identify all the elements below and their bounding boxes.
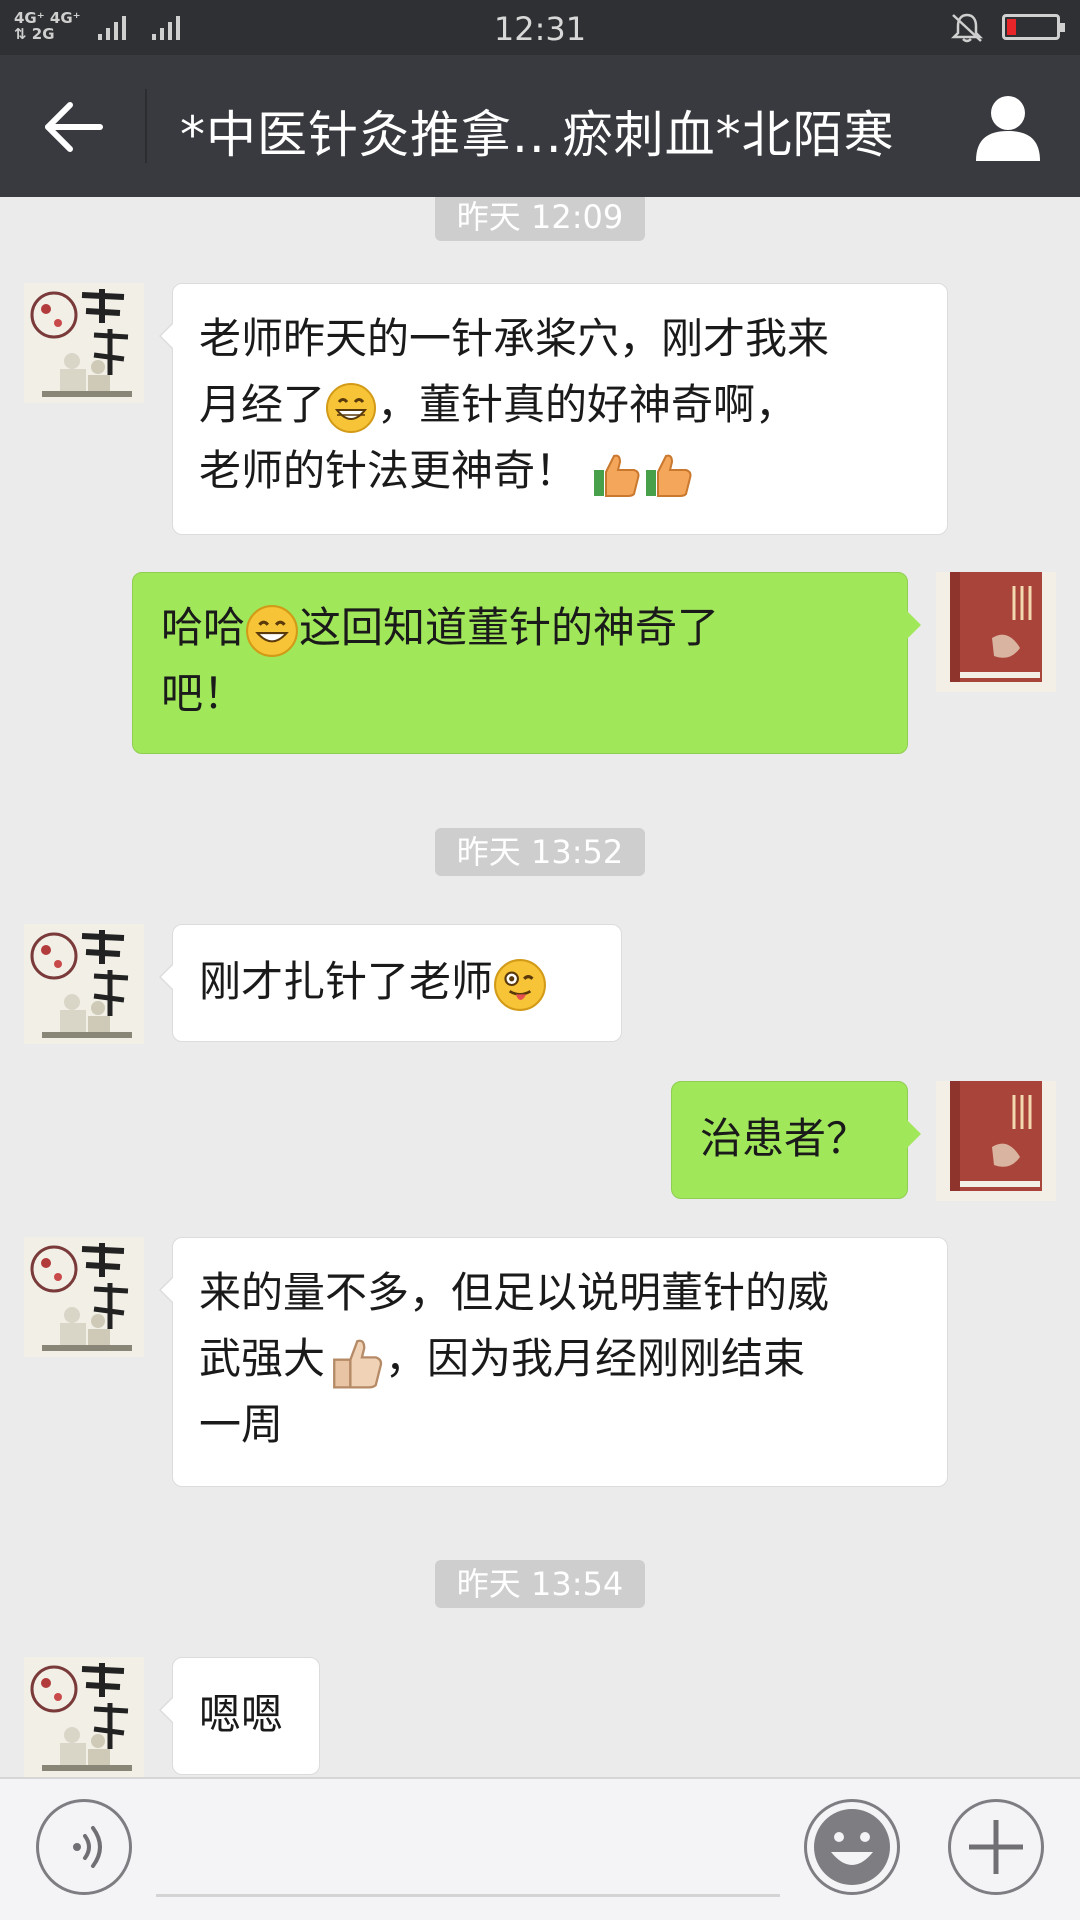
message-list[interactable]: 昨天 12:09 老师昨天的一针承桨穴，刚才我来 月经了 ，董针真的好神奇啊， 老… <box>0 197 1080 1777</box>
message-input[interactable] <box>156 1894 780 1897</box>
avatar[interactable] <box>24 1237 144 1357</box>
avatar[interactable] <box>24 924 144 1044</box>
timestamp: 昨天 12:09 <box>435 197 645 241</box>
grin-emoji-icon <box>326 382 377 433</box>
plus-icon <box>969 1820 1023 1874</box>
thumbs-up-icon <box>333 1339 383 1389</box>
smile-emoji-icon <box>246 604 298 657</box>
voice-button[interactable] <box>36 1799 132 1895</box>
avatar[interactable] <box>24 1657 144 1777</box>
voice-icon <box>73 1826 102 1868</box>
received-message-bubble[interactable]: 老师昨天的一针承桨穴，刚才我来 月经了 ，董针真的好神奇啊， 老师的针法更神奇！ <box>159 283 948 535</box>
avatar-image <box>24 1657 144 1777</box>
chat-title: *中医针灸推拿...瘀刺血*北陌寒 <box>180 106 895 164</box>
message-text: 哈哈 这回知道董针的神奇了 吧！ <box>161 603 720 718</box>
message-text: 老师昨天的一针承桨穴，刚才我来 月经了 ，董针真的好神奇啊， 老师的针法更神奇！ <box>199 306 921 504</box>
arrow-left-icon[interactable] <box>38 97 108 157</box>
received-message-bubble[interactable]: 来的量不多，但足以说明董针的威 武强大 ，因为我月经刚刚结束 一周 <box>159 1237 948 1487</box>
message-text: 治患者？ <box>700 1114 869 1163</box>
status-bar: 4G⁺ 4G⁺ ⇅ 2G 12:31 <box>0 0 1080 55</box>
avatar-self[interactable] <box>936 1081 1056 1201</box>
clock: 12:31 <box>493 10 587 48</box>
thumbs-up-icon <box>594 454 640 497</box>
message-text: 来的量不多，但足以说明董针的威 武强大 ，因为我月经刚刚结束 一周 <box>199 1268 830 1449</box>
message-text: 刚才扎针了老师 <box>199 949 595 1015</box>
input-bar <box>0 1777 1080 1920</box>
received-message-bubble[interactable]: 刚才扎针了老师 <box>159 924 622 1042</box>
thumbs-up-icon <box>646 454 692 497</box>
wink-tongue-emoji-icon <box>494 958 546 1011</box>
timestamp: 昨天 13:54 <box>435 1560 645 1608</box>
sent-message-bubble[interactable]: 哈哈 这回知道董针的神奇了 吧！ <box>132 572 921 754</box>
person-icon[interactable] <box>972 93 1044 163</box>
battery-icon <box>1002 14 1065 40</box>
mute-bell-icon <box>950 13 984 43</box>
message-text: 嗯嗯 <box>199 1690 284 1739</box>
avatar-image <box>936 572 1056 692</box>
avatar-image <box>24 283 144 403</box>
avatar-self[interactable] <box>936 572 1056 692</box>
emoji-button[interactable] <box>804 1799 900 1895</box>
received-message-bubble[interactable]: 嗯嗯 <box>159 1657 320 1775</box>
header-divider <box>145 89 147 163</box>
avatar[interactable] <box>24 283 144 403</box>
emoji-icon <box>814 1809 890 1885</box>
more-options-button[interactable] <box>948 1799 1044 1895</box>
avatar-image <box>24 1237 144 1357</box>
chat-header: *中医针灸推拿...瘀刺血*北陌寒 <box>0 55 1080 197</box>
avatar-image <box>24 924 144 1044</box>
avatar-image <box>936 1081 1056 1201</box>
sent-message-bubble[interactable]: 治患者？ <box>671 1081 921 1199</box>
timestamp: 昨天 13:52 <box>435 828 645 876</box>
